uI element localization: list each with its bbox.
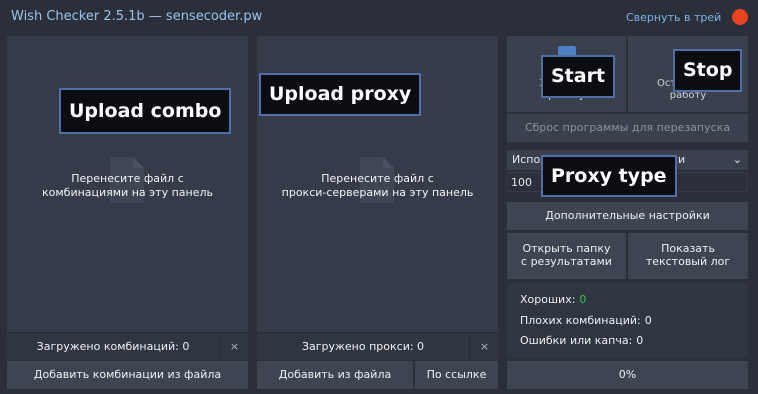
open-results-text-2: с результатами	[521, 255, 612, 268]
proxy-type-label: Proxy type	[541, 155, 677, 197]
stat-good: Хороших: 0	[520, 293, 586, 306]
stat-bad-label: Плохих комбинаций:	[520, 314, 641, 327]
proxy-drop-text-1: Перенесите файл с	[321, 172, 434, 185]
stat-errors: Ошибки или капча: 0	[520, 334, 643, 347]
show-log-text-2: текстовый лог	[645, 255, 731, 268]
combo-drop-zone[interactable]: Перенесите файл с комбинациями на эту па…	[7, 36, 248, 332]
proxy-loaded-count: Загружено прокси: 0	[257, 334, 469, 360]
open-results-text-1: Открыть папку	[522, 242, 611, 255]
reset-program-button[interactable]: Сброс программы для перезапуска	[507, 114, 748, 142]
show-text-log-button[interactable]: Показать текстовый лог	[628, 233, 748, 279]
add-proxy-from-file-button[interactable]: Добавить из файла	[257, 361, 413, 389]
combo-clear-button[interactable]: ×	[221, 334, 248, 360]
show-log-text-1: Показать	[661, 242, 715, 255]
start-label: Start	[541, 55, 616, 98]
window-title: Wish Checker 2.5.1b — sensecoder.pw	[11, 9, 263, 24]
stop-label: Stop	[673, 49, 743, 92]
upload-combo-label: Upload combo	[59, 88, 232, 134]
stat-good-label: Хороших:	[520, 293, 576, 306]
progress-bar: 0%	[507, 361, 748, 389]
stats-panel: Хороших: 0 Плохих комбинаций: 0 Ошибки или…	[507, 283, 748, 358]
combo-drop-text-1: Перенесите файл с	[71, 172, 184, 185]
open-results-folder-button[interactable]: Открыть папку с результатами	[507, 233, 626, 279]
minimize-to-tray-link[interactable]: Свернуть в трей	[626, 11, 721, 24]
advanced-settings-button[interactable]: Дополнительные настройки	[507, 202, 748, 230]
stat-bad: Плохих комбинаций: 0	[520, 314, 652, 327]
add-combo-from-file-button[interactable]: Добавить комбинации из файла	[7, 361, 248, 389]
proxy-clear-button[interactable]: ×	[471, 334, 498, 360]
title-bar: Wish Checker 2.5.1b — sensecoder.pw Свер…	[0, 0, 758, 34]
stat-errors-label: Ошибки или капча:	[520, 334, 633, 347]
combo-loaded-count: Загружено комбинаций: 0	[7, 334, 219, 360]
proxy-by-link-button[interactable]: По ссылке	[415, 361, 498, 389]
chevron-down-icon: ⌄	[732, 153, 742, 166]
close-button[interactable]	[732, 9, 748, 25]
progress-label: 0%	[618, 368, 637, 381]
stat-errors-value: 0	[636, 334, 644, 347]
upload-proxy-label: Upload proxy	[259, 73, 422, 116]
combo-drop-text-2: комбинациями на эту панель	[41, 186, 214, 199]
proxy-drop-text-2: прокси-серверами на эту панель	[281, 186, 474, 199]
stat-bad-value: 0	[644, 314, 652, 327]
stat-good-value: 0	[579, 293, 587, 306]
